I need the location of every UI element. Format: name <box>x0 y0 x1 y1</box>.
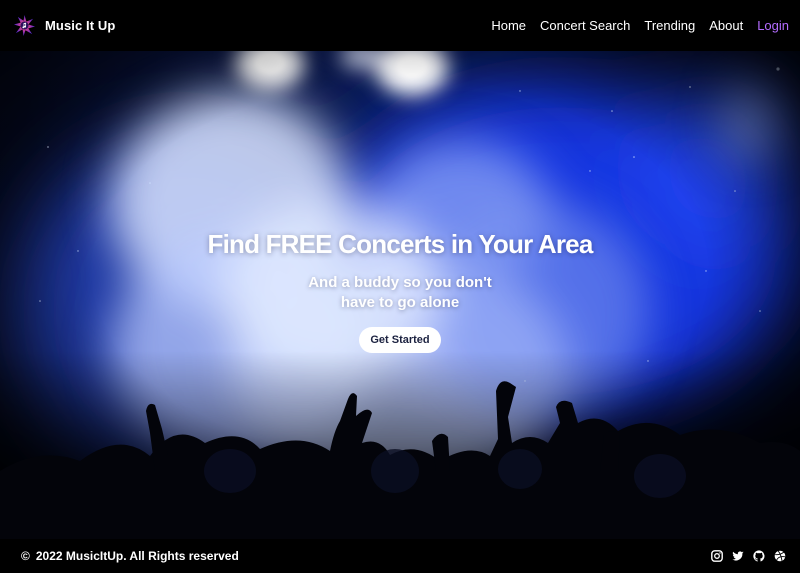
nav-concert-search[interactable]: Concert Search <box>540 18 630 33</box>
hero-title: Find FREE Concerts in Your Area <box>207 229 593 259</box>
nav-home[interactable]: Home <box>491 18 526 33</box>
main-nav: Home Concert Search Trending About Login <box>491 18 789 33</box>
brand-name: Music It Up <box>45 18 116 33</box>
hero-subtitle: And a buddy so you don't have to go alon… <box>308 274 492 311</box>
twitter-icon[interactable] <box>732 550 744 562</box>
copyright-text: 2022 MusicItUp. All Rights reserved <box>35 549 239 563</box>
brand[interactable]: Music It Up <box>13 14 115 37</box>
github-icon[interactable] <box>753 550 765 562</box>
instagram-icon[interactable] <box>711 550 723 562</box>
copyright: © 2022 MusicItUp. All Rights reserved <box>21 549 239 563</box>
navbar: Music It Up Home Concert Search Trending… <box>0 0 800 51</box>
nav-trending[interactable]: Trending <box>644 18 695 33</box>
music-logo-icon <box>13 14 36 37</box>
get-started-button[interactable]: Get Started <box>359 327 441 353</box>
hero-section: Find FREE Concerts in Your Area And a bu… <box>0 51 800 539</box>
hero-content: Find FREE Concerts in Your Area And a bu… <box>0 229 800 353</box>
social-links <box>711 550 786 562</box>
nav-about[interactable]: About <box>709 18 743 33</box>
copyright-symbol: © <box>21 549 30 563</box>
nav-login[interactable]: Login <box>757 18 789 33</box>
dribbble-icon[interactable] <box>774 550 786 562</box>
footer: © 2022 MusicItUp. All Rights reserved <box>0 539 800 573</box>
